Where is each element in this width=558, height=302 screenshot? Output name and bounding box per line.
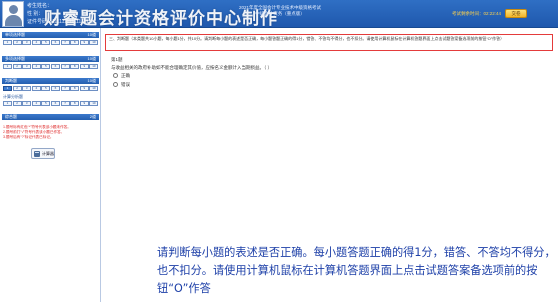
section-count: 10道 [87, 32, 96, 37]
question-number-cell[interactable]: 1 [3, 101, 12, 106]
question-number-cell[interactable]: 8 [70, 64, 80, 69]
section-count: 10道 [87, 78, 96, 83]
legend-line: 3.题号后有“?”标记代表已标记。 [3, 135, 54, 139]
question-number-cell[interactable]: 4 [31, 86, 41, 91]
question-number-cell[interactable]: 4 [31, 40, 41, 45]
question-number-cell[interactable]: 3 [22, 101, 32, 106]
section-header-single-choice[interactable]: 单项选择题 10道 [2, 32, 99, 38]
section-title: 综合题 [5, 114, 17, 119]
question-number-cell[interactable]: 10 [89, 101, 99, 106]
section-instructions-box: 三、判断题（本类题共10小题，每小题1分，共10分。请判断每小题的表述是否正确，… [105, 34, 553, 51]
candidate-gender: 性 别： [27, 11, 44, 17]
candidate-avatar [2, 1, 24, 27]
question-navigator: 单项选择题 10道 1 2 3 4 5 6 7 8 9 10 多项选择题 10道 12345678… [0, 28, 101, 302]
question-number-cell[interactable]: 2 [12, 86, 22, 91]
submit-exam-button[interactable]: 交卷 [505, 9, 527, 18]
section-instructions: 三、判断题（本类题共10小题，每小题1分，共10分。请判断每小题的表述是否正确，… [109, 36, 505, 41]
question-number-cell[interactable]: 9 [79, 40, 89, 45]
radio-button-icon[interactable] [113, 82, 118, 88]
section-title: 多项选择题 [5, 56, 25, 61]
question-number-cell[interactable]: 6 [51, 86, 60, 91]
question-number-cell[interactable]: 7 [60, 86, 70, 91]
question-number: 第1题 [111, 57, 123, 62]
question-number-cell[interactable]: 5 [41, 64, 51, 69]
question-number-cell[interactable]: 10 [89, 64, 99, 69]
question-number-cell[interactable]: 9 [79, 101, 89, 106]
question-number-cell[interactable]: 4 [31, 64, 41, 69]
question-number-cell[interactable]: 4 [31, 101, 41, 106]
question-number-cell[interactable]: 3 [22, 86, 32, 91]
question-number-cell[interactable]: 6 [51, 40, 60, 45]
section-title: 判断题 [5, 78, 17, 83]
question-number-cell[interactable]: 5 [41, 40, 51, 45]
section-count: 2道 [89, 114, 96, 119]
calculator-icon [34, 151, 40, 157]
question-number-cell[interactable]: 9 [79, 86, 89, 91]
question-number-cell[interactable]: 7 [60, 101, 70, 106]
question-number-cell[interactable]: 5 [41, 101, 51, 106]
question-number-cell[interactable]: 8 [70, 86, 80, 91]
option-label: 正确 [121, 73, 130, 78]
question-number-cell[interactable]: 1 [3, 64, 12, 69]
question-number-cell[interactable]: 3 [22, 40, 32, 45]
avatar-body-shape [5, 15, 22, 26]
section-header-calculation[interactable]: 计算分析题 [3, 94, 23, 100]
avatar-head-shape [9, 5, 18, 14]
option-label: 错误 [121, 82, 130, 87]
answer-option-false[interactable]: 错误 [113, 82, 130, 88]
calculator-button[interactable]: 计算器 [31, 148, 55, 159]
section-header-multiple-choice[interactable]: 多项选择题 10道 [2, 56, 99, 62]
question-number-cell[interactable]: 8 [70, 40, 80, 45]
radio-button-icon[interactable] [113, 73, 118, 79]
time-remaining: 考试剩余时间：02:22:44 [452, 11, 502, 16]
question-stem: 与收益相关的政府补助如不能合理确定其价值，应按名义金额计入当期损益。（ ） [111, 65, 272, 70]
question-number-cell[interactable]: 6 [51, 101, 60, 106]
calculator-label: 计算器 [42, 151, 54, 156]
question-number-cell[interactable]: 2 [12, 64, 22, 69]
question-number-cell[interactable]: 9 [79, 64, 89, 69]
section-title: 单项选择题 [5, 32, 25, 37]
exam-subject: 中级会计实务（重点版） [255, 11, 305, 16]
answer-option-true[interactable]: 正确 [113, 73, 130, 79]
question-number-cell[interactable]: 7 [60, 40, 70, 45]
question-number-cell[interactable]: 1 [3, 86, 12, 91]
top-header: 考生姓名： 性 别： 证件号码：111111111111111111 财睿题会计… [0, 0, 558, 28]
question-number-cell[interactable]: 8 [70, 101, 80, 106]
question-number-cell[interactable]: 10 [89, 86, 99, 91]
question-number-cell[interactable]: 2 [12, 40, 22, 45]
video-subtitle-caption: 请判断每小题的表述是否正确。每小题答题正确的得1分，错答、不答均不得分，也不扣分… [157, 246, 556, 295]
question-number-cell[interactable]: 10 [89, 40, 99, 45]
section-header-true-false[interactable]: 判断题 10道 [2, 78, 99, 84]
section-count: 10道 [87, 56, 96, 61]
question-number-cell[interactable]: 3 [22, 64, 32, 69]
question-number-cell[interactable]: 2 [12, 101, 22, 106]
question-number-cell[interactable]: 7 [60, 64, 70, 69]
section-header-comprehensive[interactable]: 综合题 2道 [2, 114, 99, 120]
question-number-cell[interactable]: 5 [41, 86, 51, 91]
question-number-cell[interactable]: 6 [51, 64, 60, 69]
status-legend: 1.题号标有红色“*”符号代表该小题未作答。 2.题号前打“√”符号代表该小题已… [3, 125, 97, 140]
question-number-cell[interactable]: 1 [3, 40, 12, 45]
